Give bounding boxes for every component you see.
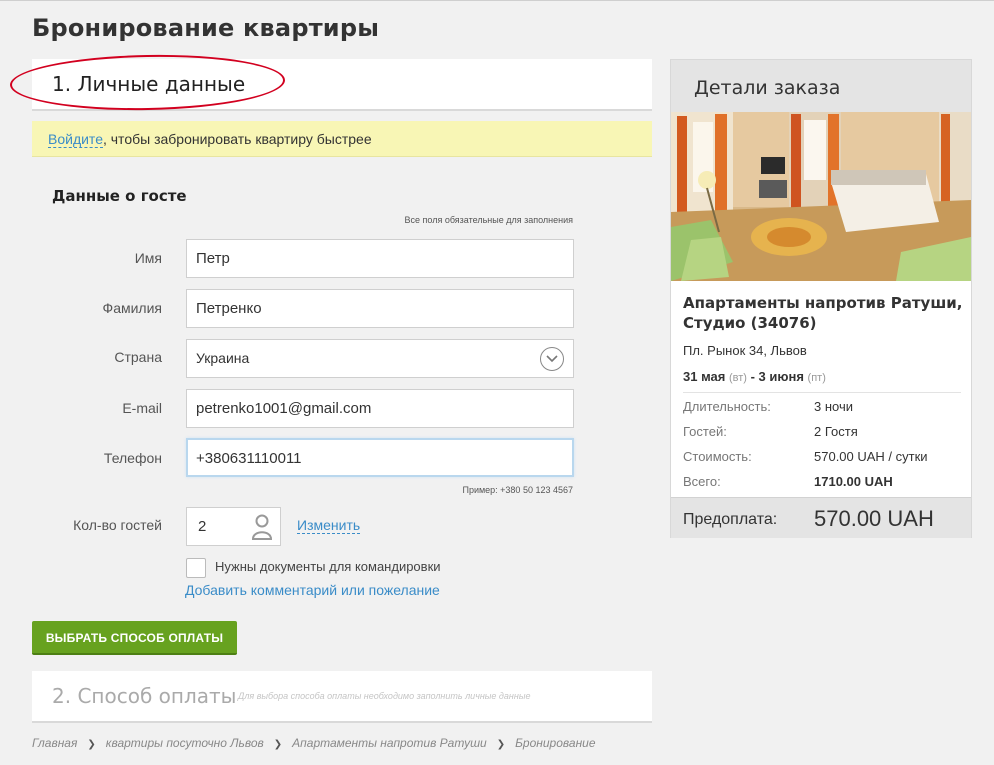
apartment-photo: [671, 112, 971, 281]
guests-count-field[interactable]: 2: [186, 507, 281, 546]
prepayment-footer: Предоплата: 570.00 UAH: [671, 497, 971, 538]
top-border: [0, 0, 994, 1]
email-value: petrenko1001@gmail.com: [196, 400, 372, 417]
country-label: Страна: [114, 349, 162, 365]
order-details-panel: Детали заказа Апартаменты напротив Ратуш…: [670, 59, 972, 538]
add-comment-link[interactable]: Добавить комментарий или пожелание: [185, 582, 440, 598]
country-select[interactable]: Украина: [186, 339, 574, 378]
first-name-label: Имя: [134, 250, 162, 266]
date-to-weekday: (пт): [807, 372, 826, 384]
phone-value: +380631110011: [196, 450, 302, 467]
total-value: 1710.00 UAH: [814, 474, 893, 489]
last-name-label: Фамилия: [102, 300, 162, 316]
order-divider: [683, 392, 961, 393]
breadcrumb-separator-icon: ❯: [496, 739, 506, 750]
login-link[interactable]: Войдите: [48, 131, 103, 148]
email-field[interactable]: petrenko1001@gmail.com: [186, 389, 574, 428]
login-notice-text: , чтобы забронировать квартиру быстрее: [102, 131, 372, 147]
first-name-value: Петр: [196, 250, 230, 267]
breadcrumb-separator-icon: ❯: [87, 739, 96, 750]
apartment-address: Пл. Рынок 34, Львов: [683, 343, 807, 358]
business-docs-checkbox[interactable]: [186, 558, 206, 578]
section-personal-data: 1. Личные данные: [32, 59, 652, 111]
email-label: E-mail: [122, 400, 162, 416]
choose-payment-button[interactable]: ВЫБРАТЬ СПОСОБ ОПЛАТЫ: [32, 621, 237, 655]
date-from-weekday: (вт): [728, 372, 747, 384]
breadcrumb-apartment[interactable]: Апартаменты напротив Ратуши: [292, 736, 487, 750]
section-personal-data-title: 1. Личные данные: [52, 72, 246, 96]
order-guests-value: 2 Гостя: [814, 424, 858, 439]
guests-count-value: 2: [198, 518, 207, 535]
date-dash: -: [750, 369, 755, 384]
order-header: Детали заказа: [671, 60, 971, 112]
page-title: Бронирование квартиры: [32, 14, 380, 42]
breadcrumb-home[interactable]: Главная: [32, 736, 77, 750]
last-name-value: Петренко: [196, 300, 262, 317]
last-name-field[interactable]: Петренко: [186, 289, 574, 328]
country-value: Украина: [196, 350, 250, 366]
order-title: Детали заказа: [694, 77, 841, 99]
stay-dates: 31 мая (вт) - 3 июня (пт): [683, 369, 826, 384]
section-payment-method: 2. Способ оплаты Для выбора способа опла…: [32, 671, 652, 723]
date-to: 3 июня: [758, 369, 804, 384]
required-fields-note: Все поля обязательные для заполнения: [404, 215, 574, 225]
prepayment-value: 570.00 UAH: [814, 506, 934, 531]
breadcrumb: Главная ❯ квартиры посуточно Львов ❯ Апартам…: [32, 736, 596, 750]
price-value: 570.00 UAH / сутки: [814, 449, 928, 464]
chevron-down-icon[interactable]: [540, 347, 564, 371]
duration-label: Длительность:: [683, 399, 771, 414]
guests-count-label: Гостей:: [683, 424, 727, 439]
total-label: Всего:: [683, 474, 721, 489]
prepayment-label: Предоплата:: [683, 511, 778, 528]
section-payment-title: 2. Способ оплаты: [52, 684, 237, 708]
apartment-name: Апартаменты напротив Ратуши, Студио (340…: [683, 294, 963, 332]
person-icon: [251, 514, 273, 544]
phone-label: Телефон: [103, 450, 162, 466]
breadcrumb-separator-icon: ❯: [273, 739, 283, 750]
guests-label: Кол-во гостей: [73, 517, 162, 533]
breadcrumb-current: Бронирование: [515, 736, 596, 750]
business-docs-label[interactable]: Нужны документы для командировки: [215, 559, 441, 574]
duration-value: 3 ночи: [814, 399, 853, 414]
change-guests-link[interactable]: Изменить: [297, 517, 361, 534]
section-payment-note: Для выбора способа оплаты необходимо зап…: [238, 691, 531, 701]
date-from: 31 мая: [683, 369, 726, 384]
phone-field[interactable]: +380631110011: [186, 438, 574, 477]
price-label: Стоимость:: [683, 449, 752, 464]
breadcrumb-city[interactable]: квартиры посуточно Львов: [106, 736, 264, 750]
first-name-field[interactable]: Петр: [186, 239, 574, 278]
phone-hint: Пример: +380 50 123 4567: [462, 485, 573, 495]
login-notice: Войдите, чтобы забронировать квартиру бы…: [32, 121, 652, 157]
guest-data-heading: Данные о госте: [52, 187, 187, 205]
